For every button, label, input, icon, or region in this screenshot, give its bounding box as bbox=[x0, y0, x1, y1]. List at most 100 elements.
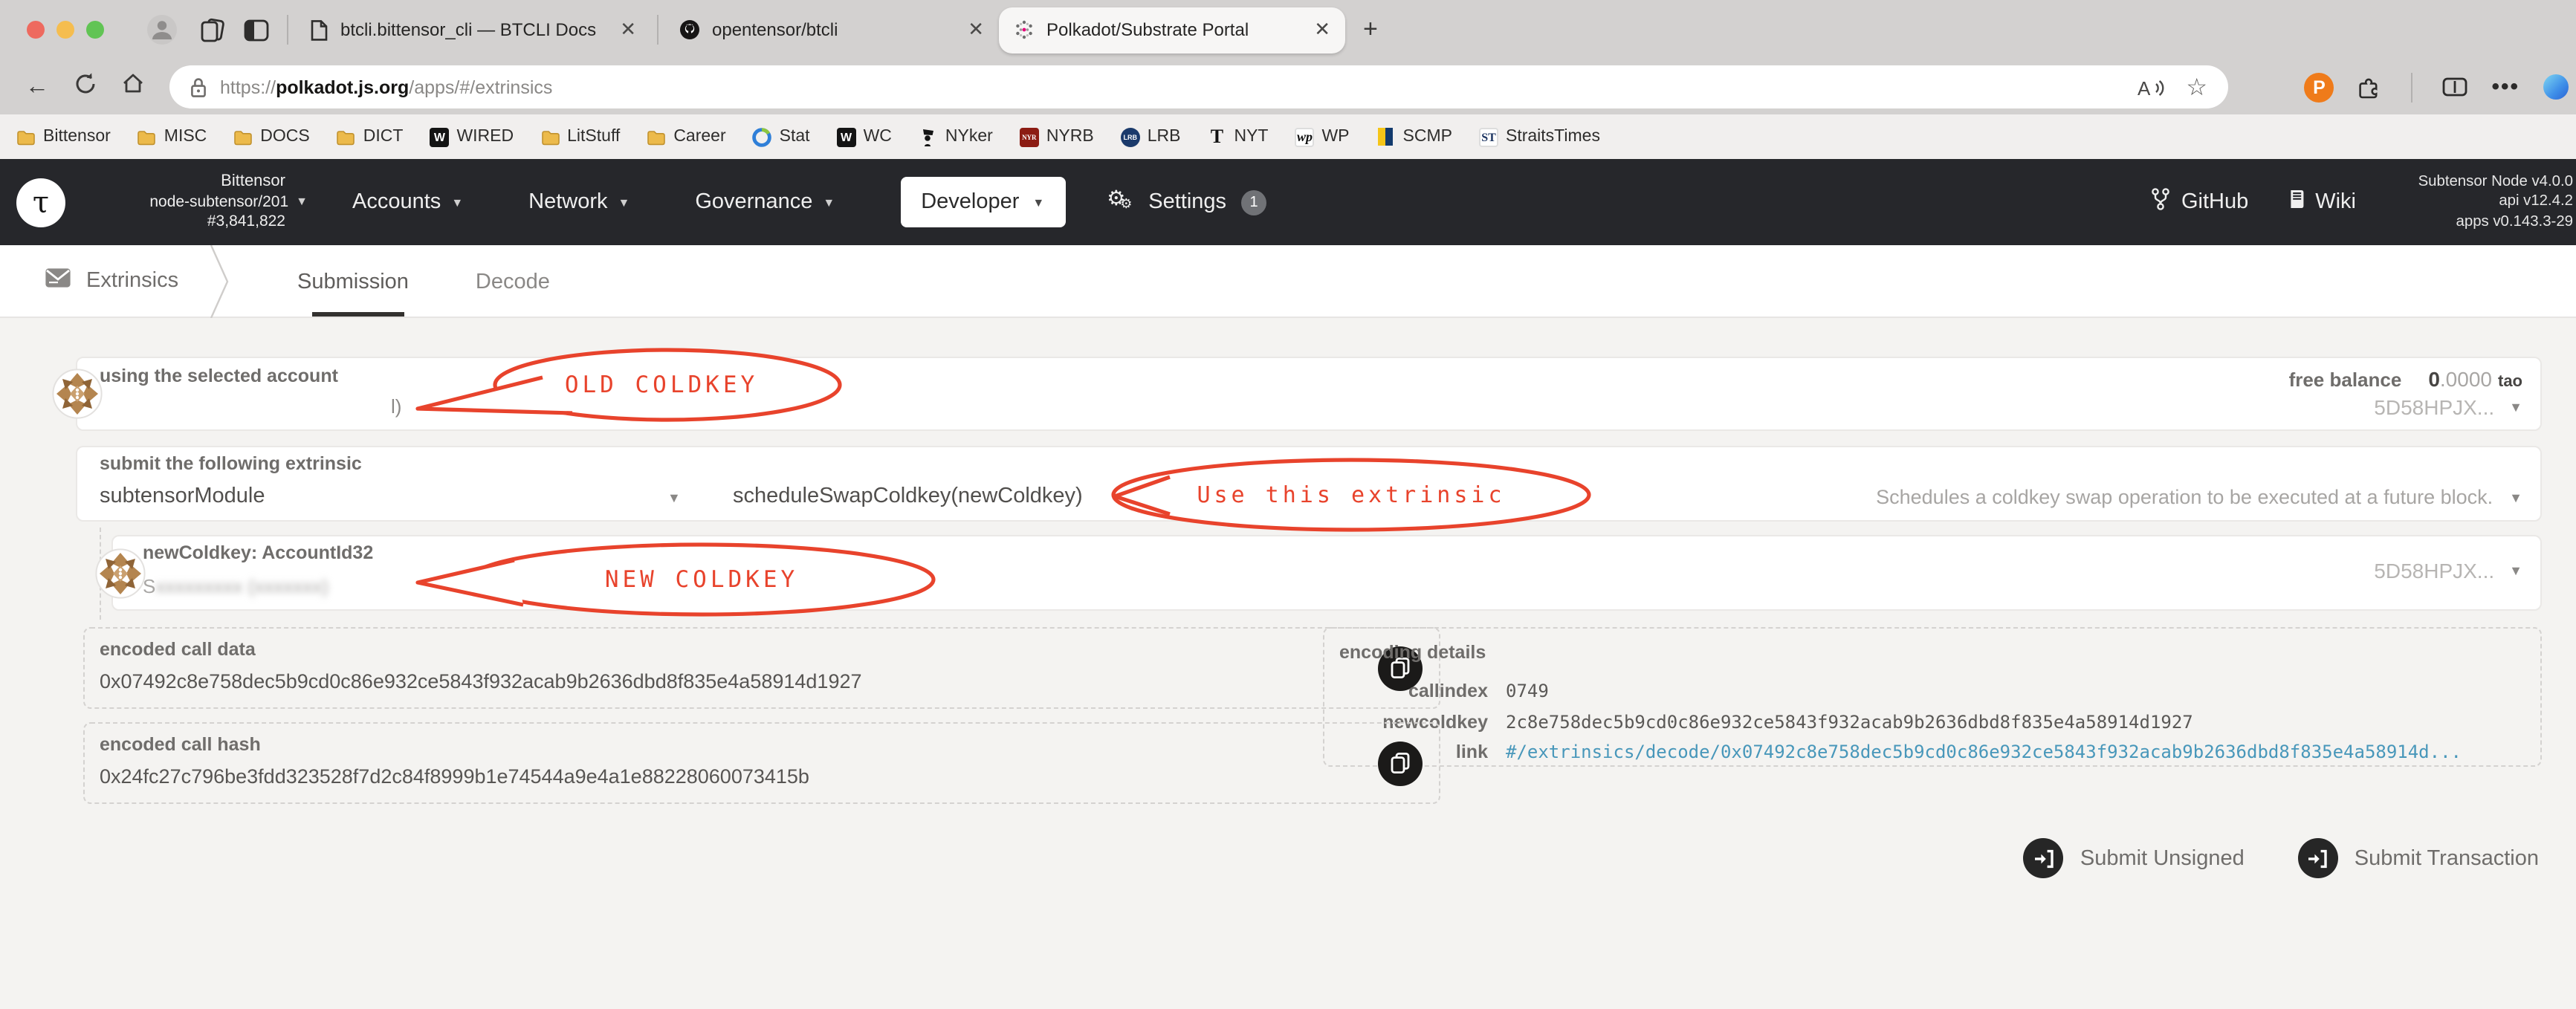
new-coldkey-name-redacted: Sxxxxxxxxx (xxxxxxx) bbox=[143, 575, 329, 597]
bookmark-stat[interactable]: Stat bbox=[752, 127, 810, 146]
nav-settings[interactable]: ⚙ ⚙ Settings 1 bbox=[1107, 186, 1267, 217]
bookmark-label: DOCS bbox=[260, 128, 310, 146]
bookmark-wp[interactable]: wp WP bbox=[1295, 127, 1350, 146]
nav-network[interactable]: Network ▼ bbox=[528, 190, 630, 214]
bookmark-straitstimes[interactable]: ST StraitsTimes bbox=[1479, 127, 1600, 146]
git-branch-icon bbox=[2152, 187, 2171, 217]
new-tab-button[interactable]: + bbox=[1363, 15, 1378, 45]
bookmark-career[interactable]: Career bbox=[647, 127, 726, 146]
reader-mode-icon[interactable]: A bbox=[2137, 77, 2164, 97]
address-bar[interactable]: https://polkadot.js.org/apps/#/extrinsic… bbox=[169, 65, 2228, 108]
extensions-puzzle-icon[interactable] bbox=[2357, 75, 2381, 99]
section-title: Extrinsics bbox=[45, 267, 178, 294]
encoded-call-hash-box: encoded call hash 0x24fc27c796be3fdd3235… bbox=[83, 722, 1440, 804]
browser-tab-btcli-docs[interactable]: btcli.bittensor_cli — BTCLI Docs ✕ bbox=[294, 0, 651, 59]
new-coldkey-address-select[interactable]: 5D58HPJX... ▼ bbox=[2374, 559, 2522, 583]
nyt-icon: T bbox=[1210, 125, 1224, 147]
sign-in-icon bbox=[2297, 838, 2338, 878]
chain-selector[interactable]: Bittensor node-subtensor/201 ▼ #3,841,822 bbox=[77, 172, 308, 232]
tab-title: Polkadot/Substrate Portal bbox=[1046, 19, 1249, 40]
version-info: Subtensor Node v4.0.0 api v12.4.2 apps v… bbox=[2395, 172, 2573, 232]
bookmark-scmp[interactable]: SCMP bbox=[1376, 127, 1452, 146]
bookmark-misc[interactable]: MISC bbox=[137, 127, 207, 146]
balance-unit: tao bbox=[2498, 373, 2522, 391]
account-address-select[interactable]: 5D58HPJX... ▼ bbox=[2374, 395, 2522, 419]
bookmark-nyt[interactable]: T NYT bbox=[1207, 125, 1269, 147]
bookmark-lrb[interactable]: LRB LRB bbox=[1120, 127, 1180, 146]
account-identicon[interactable] bbox=[95, 548, 146, 599]
svg-text:A: A bbox=[2137, 77, 2150, 97]
encoded-call-data-box: encoded call data 0x07492c8e758dec5b9cd0… bbox=[83, 627, 1440, 709]
bookmark-wc[interactable]: W WC bbox=[836, 127, 892, 146]
bookmark-bittensor[interactable]: Bittensor bbox=[16, 127, 111, 146]
browser-tab-polkadot-portal[interactable]: Polkadot/Substrate Portal ✕ bbox=[999, 7, 1345, 53]
minimize-window-button[interactable] bbox=[56, 21, 74, 39]
account-identicon[interactable] bbox=[52, 369, 103, 419]
reload-icon[interactable] bbox=[65, 71, 104, 103]
zoom-window-button[interactable] bbox=[86, 21, 104, 39]
section-strip: Extrinsics Submission Decode bbox=[0, 244, 2576, 319]
active-tab-underline bbox=[312, 311, 404, 317]
screen: btcli.bittensor_cli — BTCLI Docs ✕ opent… bbox=[0, 0, 2576, 1009]
account-name-partial: l) bbox=[391, 395, 402, 418]
close-tab-icon[interactable]: ✕ bbox=[1314, 18, 1330, 42]
chevron-down-icon: ▼ bbox=[823, 195, 835, 209]
polkadot-extension-icon[interactable]: P bbox=[2304, 72, 2334, 102]
action-buttons: Submit Unsigned Submit Transaction bbox=[2023, 838, 2539, 878]
bookmark-label: WP bbox=[1321, 128, 1350, 146]
method-select[interactable]: scheduleSwapColdkey(newColdkey) bbox=[733, 484, 1083, 508]
copy-button[interactable] bbox=[1378, 741, 1423, 785]
encoded-call-data-value: 0x07492c8e758dec5b9cd0c86e932ce5843f932a… bbox=[100, 670, 862, 692]
github-link[interactable]: GitHub bbox=[2152, 187, 2248, 217]
tab-submission[interactable]: Submission bbox=[297, 270, 409, 293]
bookmark-label: DICT bbox=[363, 128, 404, 146]
bookmark-label: StraitsTimes bbox=[1506, 128, 1600, 146]
profile-icon[interactable] bbox=[146, 13, 178, 46]
bookmark-docs[interactable]: DOCS bbox=[233, 127, 310, 146]
new-coldkey-label: newColdkey: AccountId32 bbox=[143, 542, 374, 563]
home-icon[interactable] bbox=[113, 71, 152, 103]
nav-accounts[interactable]: Accounts ▼ bbox=[352, 190, 463, 214]
close-tab-icon[interactable]: ✕ bbox=[968, 18, 984, 42]
submit-unsigned-button[interactable]: Submit Unsigned bbox=[2023, 838, 2245, 878]
encoding-details-label: encoding details bbox=[1339, 642, 1486, 663]
scmp-icon bbox=[1376, 127, 1396, 146]
folder-icon bbox=[647, 127, 666, 146]
bookmark-dict[interactable]: DICT bbox=[337, 127, 404, 146]
more-menu-icon[interactable]: ••• bbox=[2491, 74, 2520, 100]
portal-header: τ Bittensor node-subtensor/201 ▼ #3,841,8… bbox=[0, 159, 2576, 245]
favorite-star-icon[interactable]: ☆ bbox=[2186, 72, 2207, 102]
chevron-down-icon: ▼ bbox=[2509, 490, 2522, 504]
method-description-select[interactable]: Schedules a coldkey swap operation to be… bbox=[1876, 486, 2522, 508]
bookmark-nyrb[interactable]: NYR NYRB bbox=[1019, 127, 1094, 146]
new-coldkey-row[interactable]: newColdkey: AccountId32 Sxxxxxxxxx (xxxx… bbox=[95, 535, 2542, 611]
wiki-link[interactable]: Wiki bbox=[2287, 188, 2356, 216]
main-nav: Accounts ▼ Network ▼ Governance ▼ Developer… bbox=[352, 177, 1267, 227]
chevron-down-icon[interactable]: ▼ bbox=[667, 490, 681, 505]
newyorker-icon bbox=[919, 127, 938, 146]
bookmark-litstuff[interactable]: LitStuff bbox=[540, 127, 620, 146]
browser-tab-opentensor[interactable]: opentensor/btcli ✕ bbox=[664, 0, 999, 59]
tab-decode[interactable]: Decode bbox=[476, 270, 550, 293]
close-tab-icon[interactable]: ✕ bbox=[620, 18, 636, 42]
bookmark-wired[interactable]: W WIRED bbox=[430, 127, 514, 146]
copilot-icon[interactable] bbox=[2543, 74, 2569, 100]
bookmark-label: NYRB bbox=[1046, 128, 1094, 146]
sidebar-toggle-icon[interactable] bbox=[244, 19, 269, 41]
chain-node: node-subtensor/201 bbox=[149, 192, 289, 211]
back-icon[interactable]: ← bbox=[18, 74, 56, 100]
free-balance-label: free balance bbox=[2288, 369, 2402, 391]
sender-account-row[interactable]: using the selected account l) free balan… bbox=[52, 357, 2542, 431]
nav-governance[interactable]: Governance ▼ bbox=[695, 190, 835, 214]
chevron-down-icon: ▼ bbox=[618, 195, 630, 209]
nyrb-icon: NYR bbox=[1019, 127, 1039, 146]
submit-transaction-button[interactable]: Submit Transaction bbox=[2297, 838, 2539, 878]
close-window-button[interactable] bbox=[27, 21, 45, 39]
bookmark-nyker[interactable]: NYker bbox=[919, 127, 993, 146]
nav-developer[interactable]: Developer ▼ bbox=[900, 177, 1066, 227]
straitstimes-icon: ST bbox=[1479, 127, 1498, 146]
decode-link[interactable]: #/extrinsics/decode/0x07492c8e758dec5b9c… bbox=[1506, 742, 2462, 762]
tab-overview-icon[interactable] bbox=[199, 17, 226, 42]
split-screen-icon[interactable] bbox=[2442, 77, 2467, 97]
module-select[interactable]: subtensorModule bbox=[100, 484, 265, 508]
